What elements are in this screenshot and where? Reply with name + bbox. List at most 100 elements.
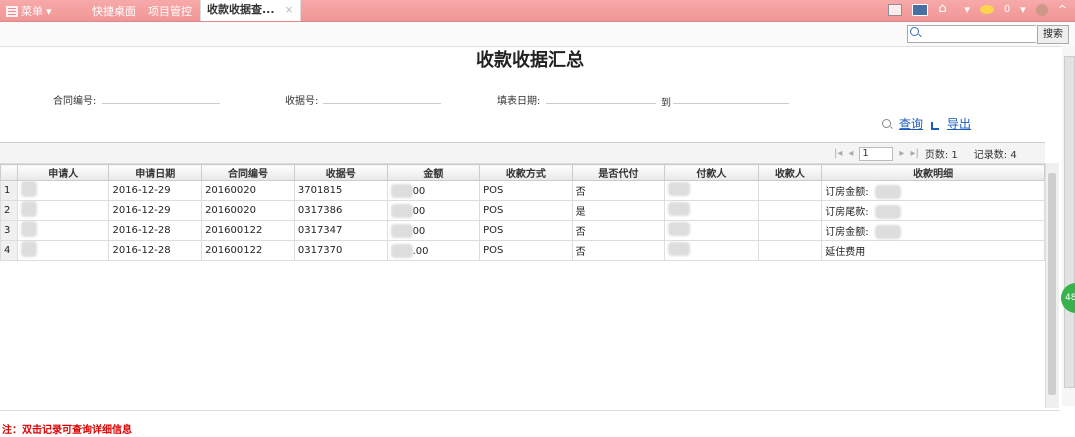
proxy-payment-cell: 否: [571, 180, 666, 201]
table-row[interactable]: 2 2016-12-29 20160020 0317386 00 POS 是 订…: [0, 200, 1045, 221]
receipt-detail-cell: 订房金额:: [821, 220, 1045, 241]
grid-scrollbar-thumb[interactable]: [1048, 173, 1056, 395]
col-receipt-number[interactable]: 收据号: [293, 164, 388, 181]
records-label: 记录数: 4: [973, 150, 1017, 161]
contract-number-cell: 201600122: [201, 220, 295, 241]
payer-cell: [664, 180, 759, 201]
prev-page-icon[interactable]: ◂: [848, 148, 853, 159]
proxy-payment-cell: 是: [571, 200, 666, 221]
toolbar-icons: ⌂ ▾ 0 ▾ ^: [888, 2, 1067, 17]
payer-cell: [664, 220, 759, 241]
close-icon[interactable]: ×: [285, 3, 294, 16]
amount-cell: 00: [386, 220, 481, 241]
menu-button[interactable]: 菜单 ▾: [6, 3, 52, 19]
pager-bar: |◂ ◂ 1 ▸ ▸| 页数: 1 记录数: 4: [0, 143, 1045, 164]
tab-receipt-query-label: 收款收据查...: [207, 3, 275, 16]
table-row[interactable]: 3 2016-12-28 201600122 0317347 00 POS 否 …: [0, 220, 1045, 241]
top-navigation-bar: 菜单 ▾ 快捷桌面 项目管控 收款收据查... × ⌂ ▾ 0 ▾ ^: [0, 0, 1075, 22]
col-receipt-detail[interactable]: 收款明细: [821, 164, 1045, 181]
search-icon: [882, 119, 891, 128]
row-number: 3: [0, 220, 18, 241]
tab-receipt-query[interactable]: 收款收据查... ×: [200, 0, 301, 21]
apply-date-cell: 2016-12-29: [108, 180, 203, 201]
menu-label: 菜单: [21, 5, 43, 18]
apply-date-cell: 2016-12-28: [108, 220, 203, 241]
tab-project-control[interactable]: 项目管控: [148, 3, 192, 19]
amount-cell: .00: [386, 240, 481, 261]
contract-number-cell: 201600122: [201, 240, 295, 261]
applicant-cell: [16, 180, 110, 201]
table-row[interactable]: 4 2016-12-28 201600122 0317370 .00 POS 否…: [0, 240, 1045, 261]
col-amount[interactable]: 金额: [386, 164, 481, 181]
col-apply-date[interactable]: 申请日期: [108, 164, 203, 181]
next-page-icon[interactable]: ▸: [899, 148, 904, 159]
apply-date-cell: 2016-12-29: [108, 200, 203, 221]
user-icon[interactable]: [1035, 3, 1048, 16]
date-to-label: 到: [661, 98, 671, 109]
monitor-icon[interactable]: [912, 3, 929, 16]
payer-cell: [664, 240, 759, 261]
tab-quick-desktop[interactable]: 快捷桌面: [92, 3, 136, 19]
contract-number-input[interactable]: [102, 91, 220, 104]
payee-cell: [757, 240, 823, 261]
grid-icon[interactable]: [888, 3, 903, 16]
receipt-detail-cell: 订房尾款:: [821, 200, 1045, 221]
home-icon[interactable]: ⌂: [938, 2, 954, 17]
col-payee[interactable]: 收款人: [757, 164, 823, 181]
amount-cell: 00: [386, 200, 481, 221]
table-row[interactable]: 1 2016-12-29 20160020 3701815 00 POS 否 订…: [0, 180, 1045, 201]
chevron-up-icon[interactable]: ^: [1058, 3, 1067, 16]
payment-method-cell: POS: [479, 220, 573, 241]
grid-scrollbar[interactable]: [1045, 163, 1059, 408]
col-payment-method[interactable]: 收款方式: [479, 164, 573, 181]
query-link[interactable]: 查询: [899, 115, 923, 132]
col-proxy-payment[interactable]: 是否代付: [571, 164, 666, 181]
notification-count: 0: [1003, 4, 1011, 15]
col-applicant[interactable]: 申请人: [16, 164, 110, 181]
data-grid: |◂ ◂ 1 ▸ ▸| 页数: 1 记录数: 4 申请人 申请日期 合同编号 收…: [0, 142, 1045, 411]
contract-number-label: 合同编号:: [53, 96, 97, 107]
receipt-detail-cell: 订房金额:: [821, 180, 1045, 201]
receipt-number-label: 收据号:: [285, 96, 319, 107]
message-icon[interactable]: [979, 5, 994, 14]
payee-cell: [757, 220, 823, 241]
date-to-input[interactable]: [673, 91, 789, 104]
first-page-icon[interactable]: |◂: [834, 148, 842, 159]
receipt-number-input[interactable]: [323, 91, 441, 104]
chevron-down-icon[interactable]: ▾: [964, 3, 970, 16]
payee-cell: [757, 200, 823, 221]
hint-note: 注：双击记录可查询详细信息: [2, 425, 132, 436]
row-number: 4: [0, 240, 18, 261]
action-links: 查询 导出: [882, 115, 971, 132]
search-box[interactable]: [907, 25, 1036, 43]
table-header-row: 申请人 申请日期 合同编号 收据号 金额 收款方式 是否代付 付款人 收款人 收…: [0, 164, 1045, 181]
page-scrollbar-thumb[interactable]: [1064, 56, 1075, 388]
receipt-number-cell: 0317347: [293, 220, 388, 241]
export-link[interactable]: 导出: [947, 115, 971, 132]
col-payer[interactable]: 付款人: [664, 164, 759, 181]
pages-label: 页数: 1: [924, 150, 958, 161]
contract-number-cell: 20160020: [201, 200, 295, 221]
export-icon: [931, 119, 940, 130]
receipt-number-cell: 0317386: [293, 200, 388, 221]
search-icon: [910, 27, 919, 36]
date-from-input[interactable]: [546, 91, 656, 104]
page-number-input[interactable]: 1: [859, 146, 894, 161]
fill-date-label: 填表日期:: [497, 96, 541, 107]
search-input[interactable]: [922, 26, 1036, 42]
receipt-table: 申请人 申请日期 合同编号 收据号 金额 收款方式 是否代付 付款人 收款人 收…: [0, 164, 1045, 261]
page-scrollbar[interactable]: [1062, 46, 1075, 406]
col-contract-number[interactable]: 合同编号: [201, 164, 295, 181]
applicant-cell: [16, 240, 110, 261]
contract-number-cell: 20160020: [201, 180, 295, 201]
search-button[interactable]: 搜索: [1037, 25, 1069, 44]
last-page-icon[interactable]: ▸|: [910, 148, 918, 159]
applicant-cell: [16, 200, 110, 221]
receipt-number-cell: 3701815: [293, 180, 388, 201]
chevron-down-icon[interactable]: ▾: [1020, 3, 1026, 16]
applicant-cell: [16, 220, 110, 241]
receipt-detail-cell: 延住费用: [821, 240, 1045, 261]
proxy-payment-cell: 否: [571, 220, 666, 241]
amount-cell: 00: [386, 180, 481, 201]
payment-method-cell: POS: [479, 200, 573, 221]
